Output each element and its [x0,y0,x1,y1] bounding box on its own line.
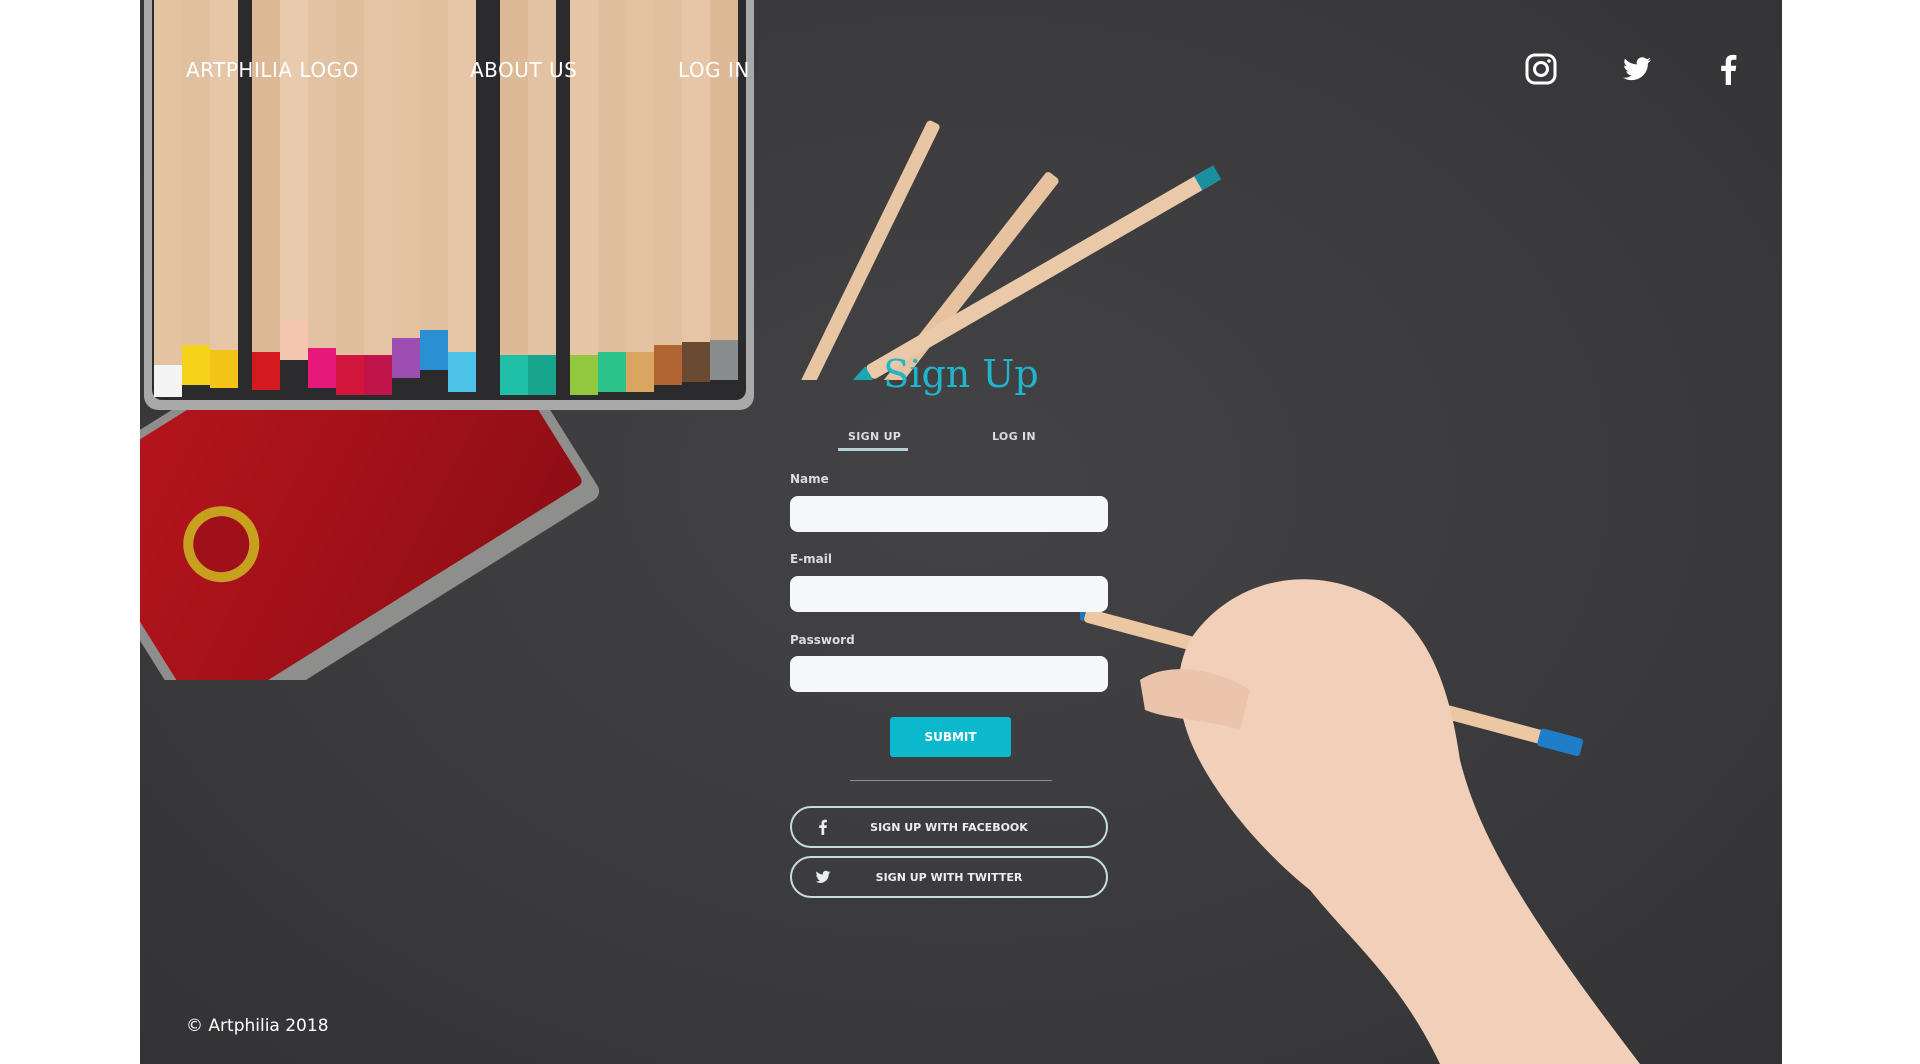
logo-link[interactable]: ARTPHILIA LOGO [186,58,359,82]
name-label: Name [790,472,829,486]
submit-button[interactable]: SUBMIT [890,717,1011,757]
twitter-signup-label: SIGN UP WITH TWITTER [875,870,1023,884]
facebook-icon [819,819,827,835]
active-tab-indicator [838,448,908,451]
twitter-signup-button[interactable]: SIGN UP WITH TWITTER [790,856,1108,898]
nav-about-us[interactable]: ABOUT US [470,58,577,82]
loose-pencils-illustration [798,120,1222,380]
name-field[interactable] [790,496,1108,532]
copyright-text: © Artphilia 2018 [186,1016,329,1036]
facebook-signup-label: SIGN UP WITH FACEBOOK [870,820,1028,834]
email-field[interactable] [790,576,1108,612]
facebook-signup-button[interactable]: SIGN UP WITH FACEBOOK [790,806,1108,848]
twitter-icon[interactable] [1620,52,1654,86]
page-background: ARTPHILIA LOGO ABOUT US LOG IN Sign Up S… [140,0,1782,1064]
form-title: Sign Up [883,352,1039,396]
facebook-icon[interactable] [1712,52,1746,86]
instagram-icon[interactable] [1524,52,1558,86]
password-label: Password [790,633,855,647]
nav-log-in[interactable]: LOG IN [678,58,750,82]
password-field[interactable] [790,656,1108,692]
twitter-icon [815,870,831,883]
email-label: E-mail [790,552,833,566]
pencil-tin-illustration [140,0,754,680]
tab-log-in[interactable]: LOG IN [992,430,1036,443]
divider [850,780,1052,781]
hand-with-pencil-illustration [1080,579,1640,1064]
tab-sign-up[interactable]: SIGN UP [848,430,901,443]
